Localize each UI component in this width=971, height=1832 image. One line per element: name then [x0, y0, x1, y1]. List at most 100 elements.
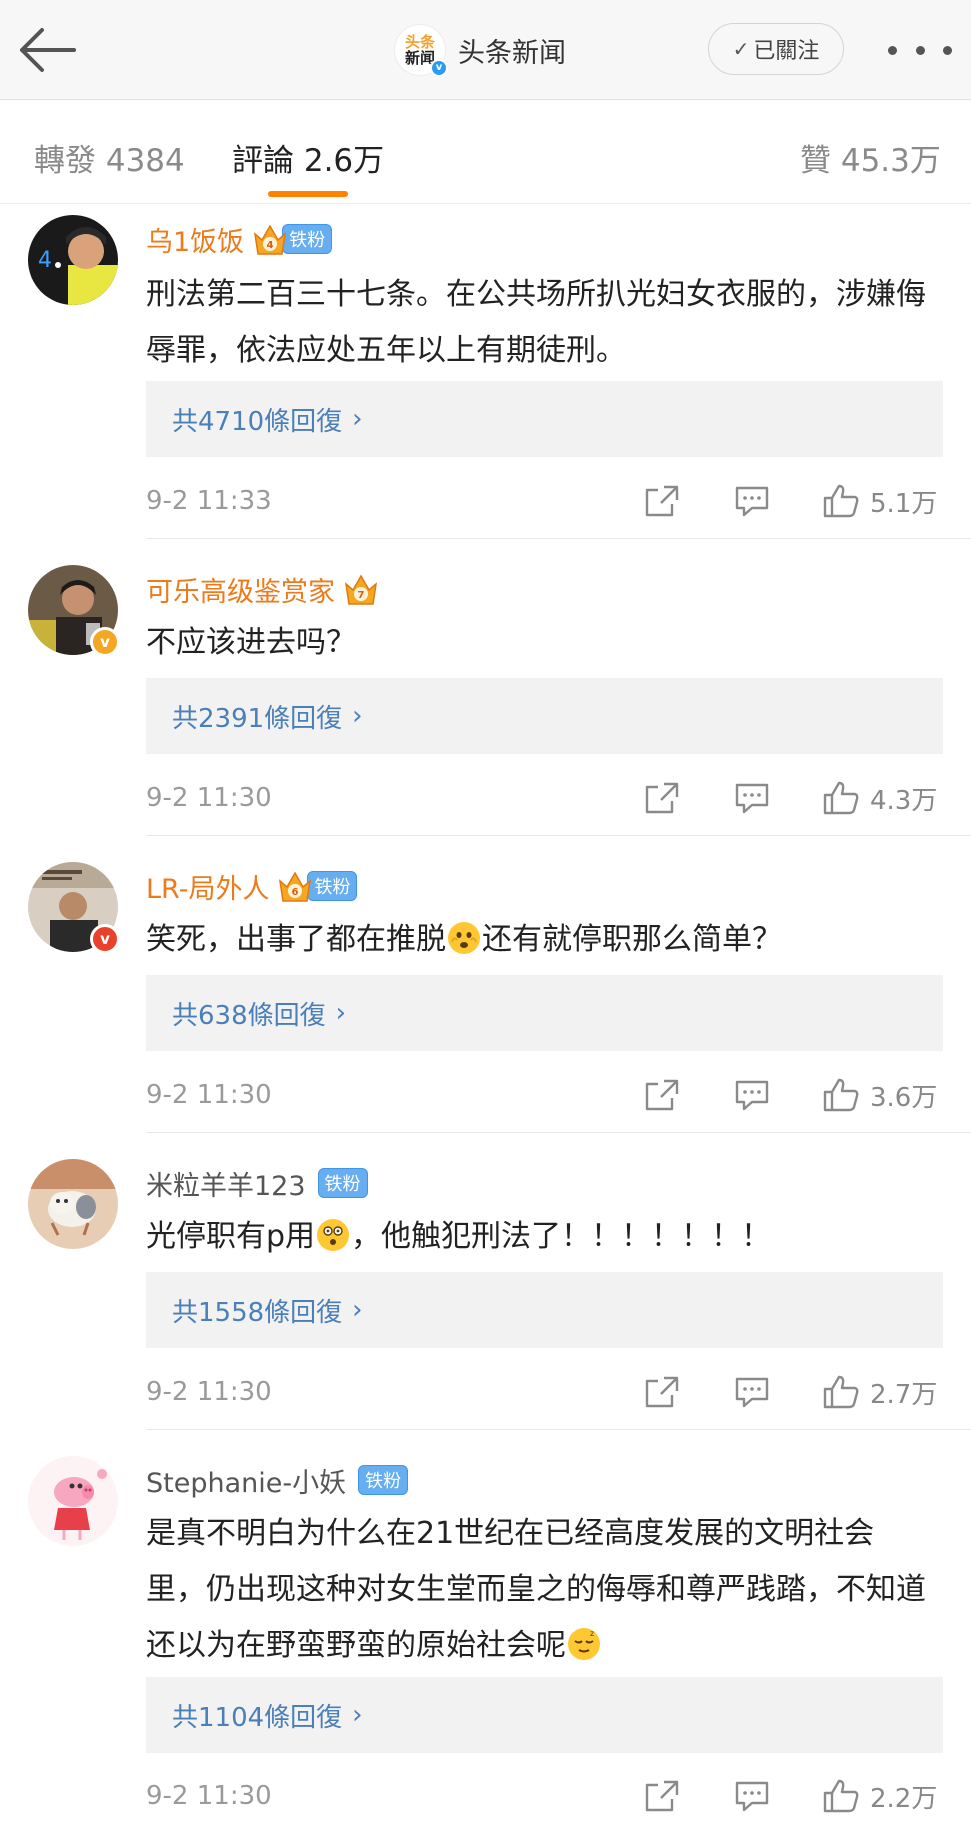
username[interactable]: 可乐高级鉴赏家: [146, 570, 335, 609]
svg-text:z: z: [590, 1629, 594, 1638]
replies-link[interactable]: 共2391條回復 ›: [146, 678, 943, 754]
like-count: 2.2万: [870, 1783, 938, 1814]
chevron-right-icon: ›: [352, 404, 363, 434]
more-dots-icon[interactable]: [888, 30, 952, 70]
comment-icon[interactable]: [734, 778, 770, 818]
top-bar: 头条 新闻 v 头条新闻 ✓ 已關注: [0, 0, 971, 100]
chevron-right-icon: ›: [352, 1700, 363, 1730]
chevron-right-icon: ›: [352, 701, 363, 731]
comment-icon[interactable]: [734, 1776, 770, 1816]
comment-item: 米粒羊羊123 铁粉 光停职有p用 ，他触犯刑法了！！！！！！！ 共1558條回復…: [0, 1133, 971, 1430]
comment-meta: 9-2 11:30 3.6万: [146, 1070, 946, 1120]
username[interactable]: 米粒羊羊123: [146, 1164, 306, 1203]
like-button[interactable]: 2.7万: [822, 1372, 937, 1412]
comment-text-part: 笑死，出事了都在推脱: [146, 922, 446, 957]
like-count: 5.1万: [870, 488, 938, 519]
like-button[interactable]: 5.1万: [822, 481, 937, 521]
user-avatar[interactable]: [28, 1456, 118, 1546]
svg-text:6: 6: [292, 887, 299, 898]
comment-item: v LR-局外人 6 铁粉 笑死，出事了都在推脱 还有就停职那么简单？ 共638條…: [0, 836, 971, 1133]
like-button[interactable]: 3.6万: [822, 1075, 937, 1115]
thumbs-up-icon: [823, 1375, 859, 1409]
replies-count: 共1558條回復: [172, 1297, 343, 1328]
comment-time: 9-2 11:30: [146, 1781, 272, 1811]
replies-link[interactable]: 共1558條回復 ›: [146, 1272, 943, 1348]
iron-fan-badge: 铁粉: [358, 1465, 409, 1495]
username[interactable]: Stephanie-小妖: [146, 1461, 346, 1500]
comment-meta: 9-2 11:33 5.1万: [146, 476, 946, 526]
username[interactable]: 乌1饭饭: [146, 220, 244, 259]
replies-link[interactable]: 共638條回復 ›: [146, 975, 943, 1051]
verified-badge-icon: v: [90, 627, 120, 657]
comment-time: 9-2 11:30: [146, 1080, 272, 1110]
comment-text: 是真不明白为什么在21世纪在已经高度发展的文明社会里，仍出现这种对女生堂而皇之的…: [146, 1506, 926, 1674]
username[interactable]: LR-局外人: [146, 867, 269, 906]
svg-text:4: 4: [267, 240, 274, 251]
share-icon[interactable]: [644, 1075, 680, 1115]
verified-badge-icon: v: [90, 924, 120, 954]
tab-bar: 轉發 4384 評論 2.6万 贊 45.3万: [0, 101, 971, 204]
comment-text: 笑死，出事了都在推脱 还有就停职那么简单？: [146, 912, 946, 968]
account-logo: 头条 新闻 v: [394, 24, 448, 77]
chevron-right-icon: ›: [335, 998, 347, 1028]
svg-text:7: 7: [358, 590, 365, 601]
tab-forward[interactable]: 轉發 4384: [34, 135, 185, 180]
tab-comments[interactable]: 評論 2.6万: [232, 135, 384, 180]
comment-item: 4 乌1饭饭 4 铁粉 刑法第二百三十七条。在公共场所扒光妇女衣服的，涉嫌侮辱罪…: [0, 205, 971, 539]
comment-time: 9-2 11:30: [146, 783, 272, 813]
like-count: 4.3万: [870, 785, 938, 816]
account-header[interactable]: 头条 新闻 v 头条新闻: [394, 24, 566, 77]
user-avatar[interactable]: 4: [28, 215, 118, 305]
like-count: 3.6万: [870, 1082, 938, 1113]
comment-header: LR-局外人 6 铁粉: [146, 864, 358, 908]
like-count: 2.7万: [870, 1379, 938, 1410]
like-button[interactable]: 4.3万: [822, 778, 937, 818]
iron-fan-badge: 铁粉: [307, 871, 358, 901]
like-button[interactable]: 2.2万: [822, 1776, 937, 1816]
comment-icon[interactable]: [734, 1075, 770, 1115]
replies-count: 共1104條回復: [172, 1702, 343, 1733]
chevron-right-icon: ›: [352, 1295, 363, 1325]
comment-time: 9-2 11:30: [146, 1377, 272, 1407]
user-avatar[interactable]: v: [28, 862, 120, 954]
verified-badge-icon: v: [430, 59, 448, 77]
share-icon[interactable]: [644, 778, 680, 818]
comment-header: Stephanie-小妖 铁粉: [146, 1458, 409, 1502]
logo-text-top: 头条: [404, 32, 435, 51]
comment-text: 光停职有p用 ，他触犯刑法了！！！！！！！: [146, 1209, 946, 1265]
thumbs-up-icon: [823, 484, 859, 518]
comment-text: 刑法第二百三十七条。在公共场所扒光妇女衣服的，涉嫌侮辱罪，依法应处五年以上有期徒…: [146, 277, 926, 368]
iron-fan-badge: 铁粉: [282, 224, 333, 254]
share-icon[interactable]: [644, 1372, 680, 1412]
share-icon[interactable]: [644, 1776, 680, 1816]
comment-meta: 9-2 11:30 4.3万: [146, 773, 946, 823]
comment-header: 乌1饭饭 4 铁粉: [146, 217, 333, 261]
user-avatar[interactable]: v: [28, 565, 120, 657]
comment-text-part: 还有就停职那么简单？: [482, 922, 782, 957]
account-name: 头条新闻: [458, 37, 566, 69]
back-arrow-icon[interactable]: [18, 22, 78, 78]
thumbs-up-icon: [823, 1779, 859, 1813]
check-icon: ✓: [732, 37, 750, 61]
replies-count: 共2391條回復: [172, 703, 343, 734]
tab-likes[interactable]: 贊 45.3万: [800, 135, 941, 180]
comment-icon[interactable]: [734, 1372, 770, 1412]
share-icon[interactable]: [644, 481, 680, 521]
scared-face-emoji: [448, 922, 480, 954]
comment-icon[interactable]: [734, 481, 770, 521]
shocked-face-emoji: [317, 1219, 350, 1251]
thumbs-up-icon: [823, 1078, 859, 1112]
following-button[interactable]: ✓ 已關注: [708, 23, 844, 75]
sleepy-face-emoji: z: [568, 1628, 600, 1660]
comment-time: 9-2 11:33: [146, 486, 272, 516]
following-label: 已關注: [753, 39, 820, 64]
comment-text: 不应该进去吗？: [146, 625, 356, 660]
comment-header: 米粒羊羊123 铁粉: [146, 1161, 368, 1205]
vip-crown-icon: 4: [252, 220, 288, 258]
comment-text-part: ，他触犯刑法了！！！！！！！: [351, 1219, 772, 1254]
svg-text:4: 4: [38, 248, 52, 273]
replies-link[interactable]: 共4710條回復 ›: [146, 381, 943, 457]
user-avatar[interactable]: [28, 1159, 118, 1249]
replies-link[interactable]: 共1104條回復 ›: [146, 1677, 943, 1753]
replies-count: 共4710條回復: [172, 406, 343, 437]
